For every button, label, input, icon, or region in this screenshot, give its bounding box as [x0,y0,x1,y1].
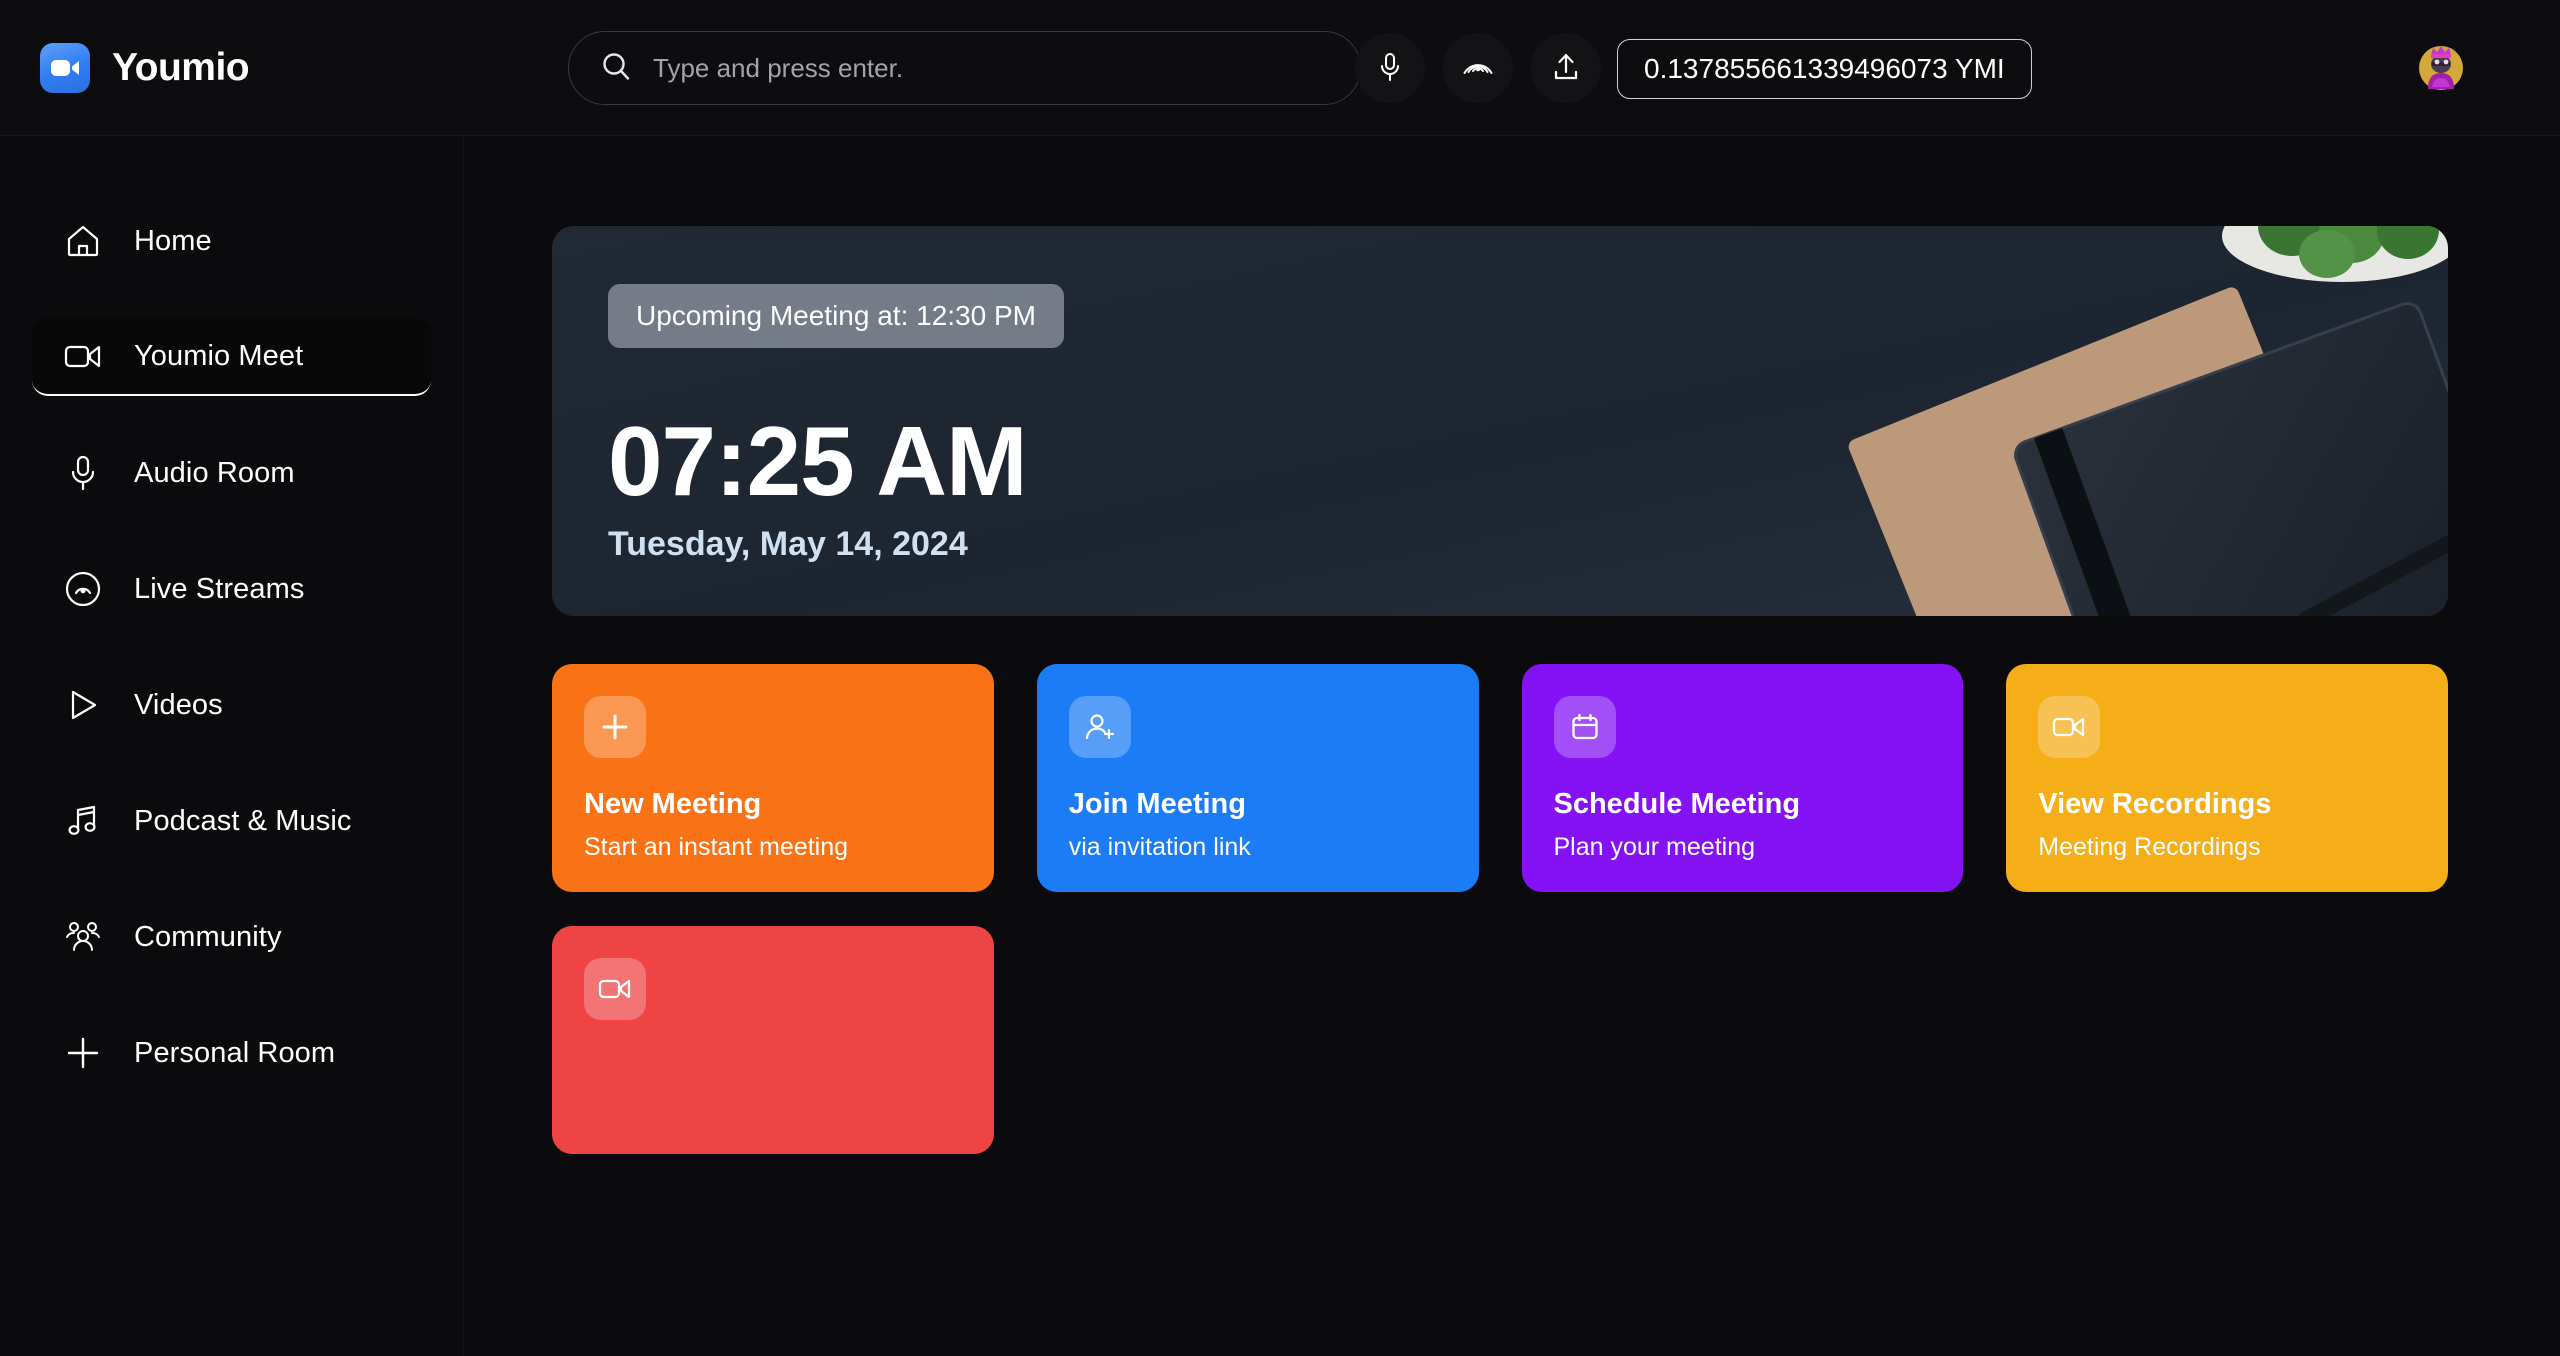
video-camera-icon [40,42,90,93]
card-title: View Recordings [2038,788,2272,820]
hero-banner: Upcoming Meeting at: 12:30 PM 07:25 AM T… [552,226,2448,616]
card-spacer [584,1020,962,1112]
broadcast-icon [62,568,104,610]
brand: Youmio [40,42,460,93]
search-icon [601,51,631,86]
upload-icon [1551,51,1581,86]
sidebar-item-label: Home [134,224,212,257]
action-card-grid: New Meeting Start an instant meeting Joi… [552,664,2448,892]
user-avatar[interactable] [2410,37,2472,99]
sidebar-item-podcast-music[interactable]: Podcast & Music [32,782,431,860]
card-spacer [2038,758,2416,788]
microphone-icon [1375,51,1405,86]
home-icon [62,220,104,262]
sidebar-item-label: Videos [134,688,223,721]
card-title: Schedule Meeting [1553,788,1801,820]
video-camera-icon [584,958,646,1020]
people-icon [62,916,104,958]
current-date: Tuesday, May 14, 2024 [608,524,968,563]
join-meeting-card[interactable]: Join Meeting via invitation link [1036,664,1479,892]
broadcast-icon [1462,51,1494,86]
card-title: Join Meeting [1068,788,1246,820]
sidebar-item-audio-room[interactable]: Audio Room [32,434,431,512]
main-content: Upcoming Meeting at: 12:30 PM 07:25 AM T… [464,136,2560,1356]
action-card-grid-row2 [552,926,2448,1154]
sidebar-item-community[interactable]: Community [32,898,431,976]
view-recordings-card[interactable]: View Recordings Meeting Recordings [2006,664,2448,892]
brand-name: Youmio [112,45,250,89]
music-note-icon [62,800,104,842]
balance-amount: 0.137855661339496073 YMI [1644,53,2005,84]
search-input[interactable] [653,52,1328,84]
balance-chip[interactable]: 0.137855661339496073 YMI [1617,39,2032,99]
card-spacer [1069,758,1447,788]
hero-content: Upcoming Meeting at: 12:30 PM 07:25 AM T… [552,226,2448,616]
sidebar: Home Youmio Meet Audio Room Live Streams… [0,136,464,1356]
app-header: Youmio Type and press enter. 0.137855661… [0,0,2560,136]
current-time: 07:25 AM [608,406,1028,516]
video-camera-icon [2038,696,2101,758]
sidebar-item-label: Live Streams [134,572,305,605]
microphone-icon [62,452,104,494]
card-subtitle: Start an instant meeting [584,833,849,861]
search-bar[interactable] [568,31,1361,105]
sidebar-item-youmio-meet[interactable]: Youmio Meet [32,318,431,396]
plus-icon [584,696,646,758]
sidebar-item-live-streams[interactable]: Live Streams [32,550,431,628]
upcoming-meeting-badge: Upcoming Meeting at: 12:30 PM [608,284,1064,348]
sidebar-item-videos[interactable]: Videos [32,666,431,744]
sidebar-item-home[interactable]: Home [32,202,431,280]
plus-icon [62,1032,104,1074]
sidebar-item-personal-room[interactable]: Personal Room [32,1014,431,1092]
video-camera-icon [62,335,104,377]
calendar-icon [1553,696,1616,758]
upload-button[interactable] [1531,33,1601,103]
sidebar-item-label: Community [134,920,282,953]
card-subtitle: Plan your meeting [1553,833,1756,861]
sidebar-item-label: Personal Room [134,1036,336,1069]
new-meeting-card[interactable]: New Meeting Start an instant meeting [552,664,994,892]
play-icon [62,684,104,726]
card-subtitle: via invitation link [1068,833,1251,861]
partially-visible-card[interactable] [552,926,994,1154]
sidebar-item-label: Youmio Meet [134,339,304,372]
sidebar-item-label: Podcast & Music [134,804,352,837]
schedule-meeting-card[interactable]: Schedule Meeting Plan your meeting [1521,664,1964,892]
card-title: New Meeting [584,788,762,820]
card-subtitle: Meeting Recordings [2038,833,2261,861]
card-spacer [584,758,962,788]
sidebar-item-label: Audio Room [134,456,295,489]
person-add-icon [1068,696,1131,758]
card-spacer [1554,758,1932,788]
microphone-button[interactable] [1355,33,1425,103]
broadcast-button[interactable] [1443,33,1513,103]
